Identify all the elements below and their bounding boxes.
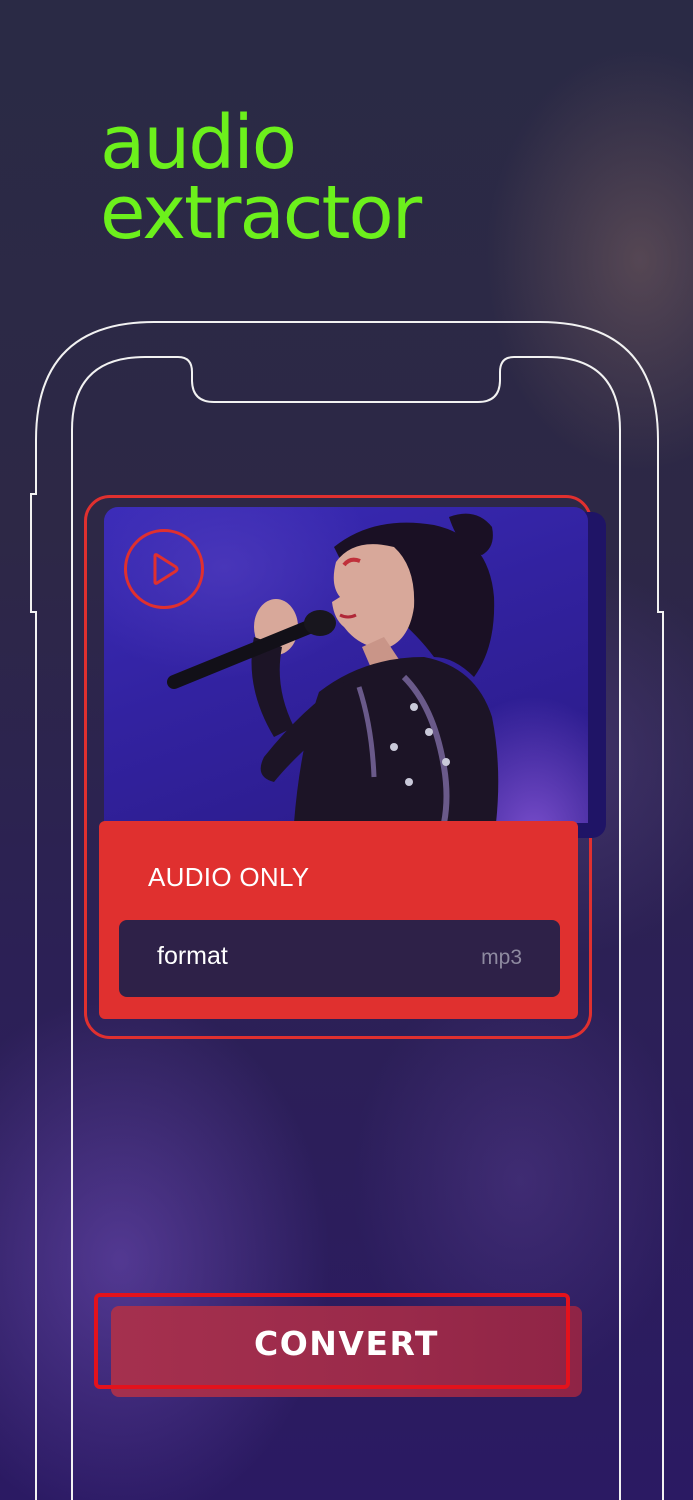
play-icon: [153, 553, 179, 585]
convert-button-highlight: [94, 1293, 570, 1389]
format-value: mp3: [481, 946, 522, 969]
format-label: format: [157, 942, 228, 970]
mode-label: AUDIO ONLY: [148, 862, 310, 892]
play-button[interactable]: [124, 529, 204, 609]
format-selector[interactable]: format mp3: [119, 920, 560, 997]
